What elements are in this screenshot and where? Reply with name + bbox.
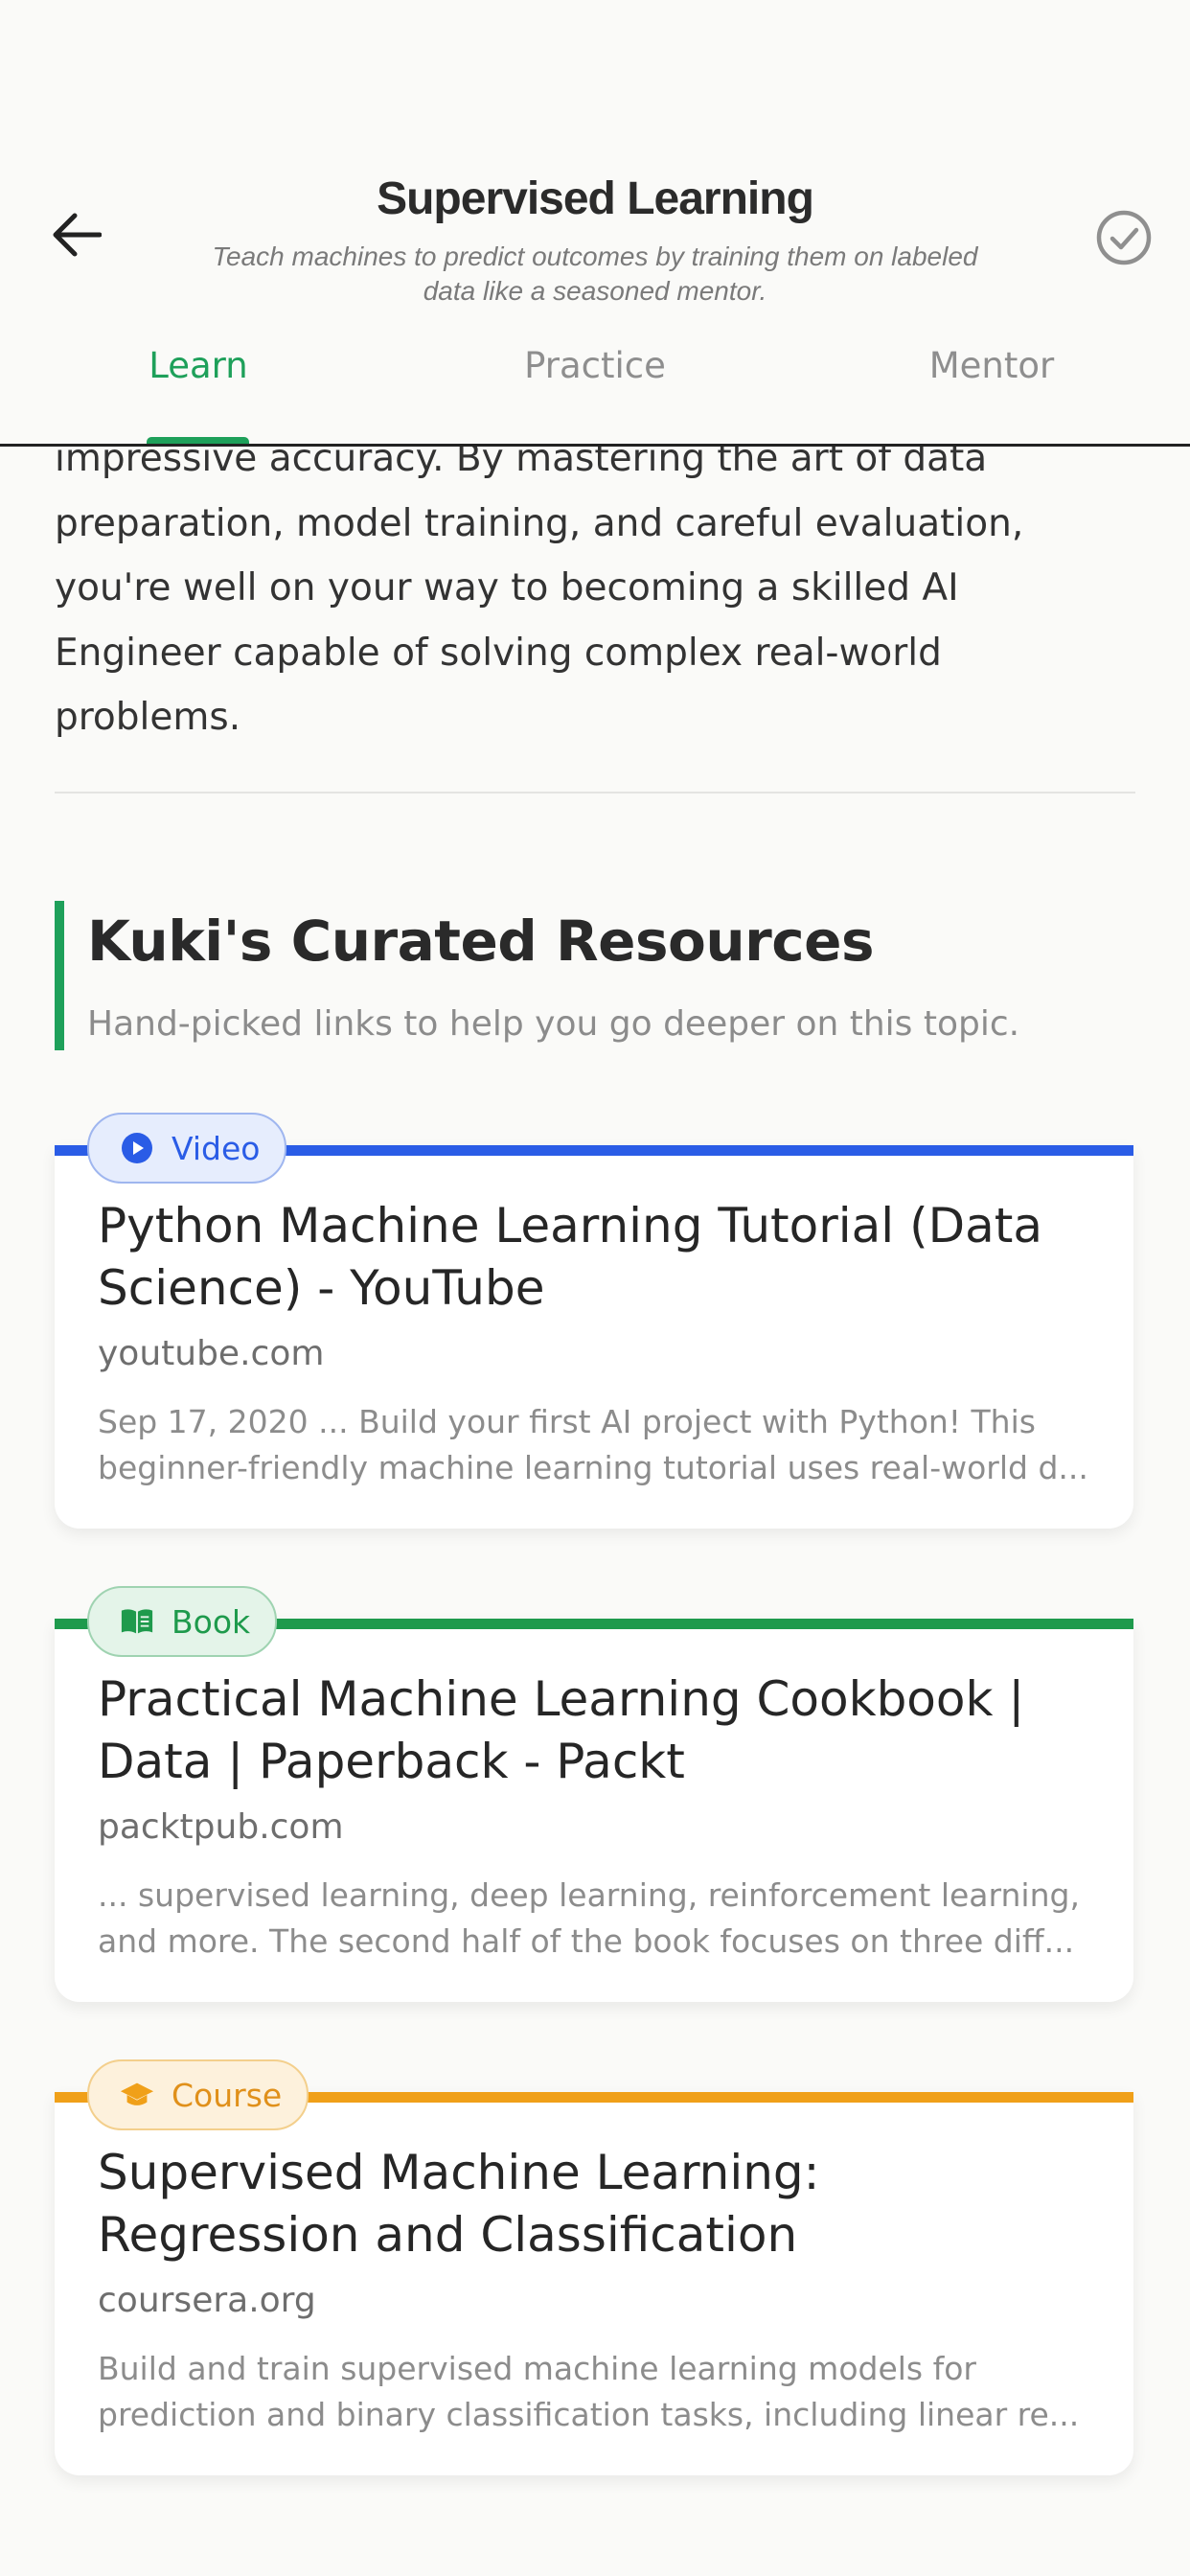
resource-domain: youtube.com: [98, 1334, 325, 1373]
top-header: Supervised Learning Teach machines to pr…: [0, 0, 1190, 447]
resource-domain: packtpub.com: [98, 1807, 344, 1847]
resource-card-course[interactable]: Course Supervised Machine Learning: Regr…: [55, 2059, 1133, 2475]
resource-card-book[interactable]: Book Practical Machine Learning Cookbook…: [55, 1586, 1133, 2002]
type-badge-label: Course: [172, 2076, 283, 2114]
resource-snippet: Sep 17, 2020 ... Build your first AI pro…: [98, 1403, 1088, 1486]
tab-practice[interactable]: Practice: [397, 345, 793, 386]
resource-snippet: Build and train supervised machine learn…: [98, 2350, 1080, 2433]
section-divider: [55, 792, 1135, 794]
resource-snippet: ... supervised learning, deep learning, …: [98, 1876, 1080, 1960]
check-circle-icon: [1096, 210, 1152, 265]
lesson-text: impressive accuracy. By mastering the ar…: [55, 437, 1024, 739]
resource-title[interactable]: Supervised Machine Learning: Regression …: [98, 2142, 1094, 2266]
header-divider: [0, 444, 1190, 447]
resource-title[interactable]: Python Machine Learning Tutorial (Data S…: [98, 1195, 1094, 1320]
page-title: Supervised Learning: [377, 173, 814, 224]
section-accent-bar: [55, 901, 64, 1050]
resource-title[interactable]: Practical Machine Learning Cookbook | Da…: [98, 1668, 1094, 1793]
graduation-cap-icon: [120, 2078, 154, 2112]
arrow-left-icon: [53, 213, 102, 257]
type-badge-label: Video: [172, 1129, 261, 1167]
back-button[interactable]: [48, 206, 105, 264]
page-subtitle: Teach machines to predict outcomes by tr…: [212, 242, 978, 306]
tab-learn[interactable]: Learn: [0, 345, 397, 386]
play-circle-icon: [120, 1131, 154, 1165]
type-badge: Book: [87, 1586, 278, 1657]
type-badge-label: Book: [172, 1602, 251, 1641]
type-badge: Video: [87, 1113, 287, 1184]
resource-card-video[interactable]: Video Python Machine Learning Tutorial (…: [55, 1113, 1133, 1529]
resource-domain: coursera.org: [98, 2281, 316, 2320]
tab-mentor[interactable]: Mentor: [793, 345, 1190, 386]
type-badge: Course: [87, 2059, 309, 2130]
resources-subheading: Hand-picked links to help you go deeper …: [87, 1004, 1020, 1044]
mark-complete-button[interactable]: [1092, 206, 1156, 269]
resources-heading: Kuki's Curated Resources: [87, 908, 875, 974]
book-open-icon: [120, 1604, 154, 1639]
